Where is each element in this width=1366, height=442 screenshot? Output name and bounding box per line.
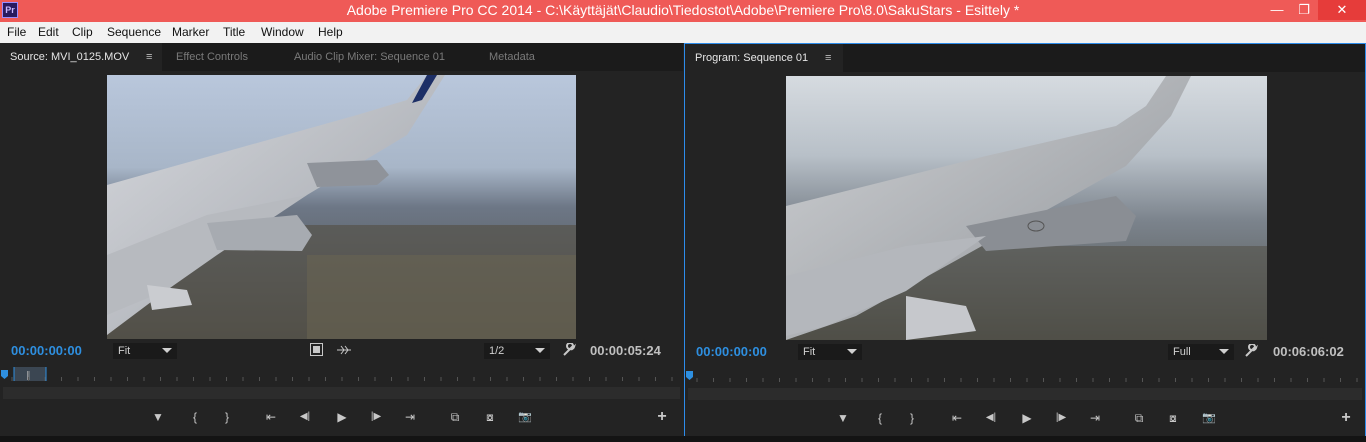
audio-waveform-icon[interactable]: [336, 344, 352, 356]
source-monitor-panel: Source: MVI_0125.MOV ≡ Effect Controls A…: [0, 43, 683, 442]
wrench-icon[interactable]: [1244, 343, 1258, 358]
menu-window[interactable]: Window: [261, 25, 304, 39]
program-playhead[interactable]: [686, 371, 693, 380]
source-time-ruler[interactable]: ‖: [0, 365, 683, 381]
program-playhead-timecode[interactable]: 00:00:00:00: [696, 344, 767, 359]
mark-in-button[interactable]: {: [186, 409, 204, 425]
maximize-button[interactable]: ❐: [1290, 0, 1318, 20]
mark-out-button[interactable]: }: [903, 410, 921, 426]
source-zoom-scrollbar[interactable]: [3, 387, 680, 399]
window-title: Adobe Premiere Pro CC 2014 - C:\Käyttäjä…: [346, 2, 1020, 18]
insert-button[interactable]: ⧉: [446, 409, 464, 425]
tab-audio-clip-mixer[interactable]: Audio Clip Mixer: Sequence 01: [284, 43, 474, 71]
source-playhead-timecode[interactable]: 00:00:00:00: [11, 343, 82, 358]
airplane-wing-image: [107, 75, 576, 339]
source-resolution-dropdown[interactable]: 1/2: [484, 343, 550, 359]
extract-button[interactable]: ⧇: [1164, 410, 1182, 426]
menu-edit[interactable]: Edit: [38, 25, 59, 39]
step-back-button[interactable]: ◀|: [982, 410, 1000, 426]
lift-button[interactable]: ⧉: [1130, 410, 1148, 426]
program-zoom-dropdown[interactable]: Fit: [798, 344, 862, 360]
chevron-down-icon: [162, 348, 172, 353]
mark-out-button[interactable]: }: [218, 409, 236, 425]
menu-marker[interactable]: Marker: [172, 25, 209, 39]
menu-sequence[interactable]: Sequence: [107, 25, 161, 39]
program-zoom-value: Fit: [803, 346, 816, 358]
source-tab-bar: Source: MVI_0125.MOV ≡ Effect Controls A…: [0, 43, 683, 71]
menu-help[interactable]: Help: [318, 25, 343, 39]
menu-bar: File Edit Clip Sequence Marker Title Win…: [0, 22, 1366, 43]
source-playhead[interactable]: [1, 370, 8, 379]
play-button[interactable]: ▶: [333, 409, 351, 425]
source-zoom-dropdown[interactable]: Fit: [113, 343, 177, 359]
source-video-frame[interactable]: [107, 75, 576, 339]
add-marker-button[interactable]: ▼: [834, 410, 852, 426]
source-resolution-value: 1/2: [489, 345, 505, 357]
program-tab-bar: Program: Sequence 01 ≡: [685, 44, 1365, 72]
go-to-in-button[interactable]: ⇤: [948, 410, 966, 426]
airplane-wing-image: [786, 76, 1267, 340]
bottom-status-strip: [0, 436, 1366, 442]
tab-program-label: Program: Sequence 01: [695, 52, 809, 64]
mark-in-button[interactable]: {: [871, 410, 889, 426]
program-time-ruler[interactable]: [685, 366, 1365, 382]
add-marker-button[interactable]: ▼: [149, 409, 167, 425]
tab-source-label: Source: MVI_0125.MOV: [10, 51, 130, 63]
source-add-button[interactable]: +: [653, 409, 671, 425]
program-video-frame[interactable]: [786, 76, 1267, 340]
tab-metadata[interactable]: Metadata: [479, 43, 569, 71]
source-tab-menu-icon[interactable]: ≡: [146, 43, 152, 71]
menu-clip[interactable]: Clip: [72, 25, 93, 39]
program-resolution-value: Full: [1173, 346, 1191, 358]
step-forward-button[interactable]: |▶: [1052, 410, 1070, 426]
film-strip-icon[interactable]: [310, 343, 323, 356]
program-zoom-scrollbar[interactable]: [688, 388, 1362, 400]
export-frame-button[interactable]: 📷: [516, 409, 534, 425]
play-button[interactable]: ▶: [1018, 410, 1036, 426]
menu-title[interactable]: Title: [223, 25, 245, 39]
source-zoom-value: Fit: [118, 345, 131, 357]
close-button[interactable]: ✕: [1318, 0, 1366, 20]
tab-effect-controls[interactable]: Effect Controls: [166, 43, 278, 71]
tab-effect-controls-label: Effect Controls: [176, 51, 248, 63]
program-add-button[interactable]: +: [1337, 410, 1355, 426]
chevron-down-icon: [535, 348, 545, 353]
minimize-button[interactable]: —: [1264, 0, 1290, 20]
tab-source[interactable]: Source: MVI_0125.MOV: [0, 43, 162, 71]
go-to-out-button[interactable]: ⇥: [401, 409, 419, 425]
source-duration-timecode: 00:00:05:24: [590, 343, 661, 358]
program-monitor-panel: Program: Sequence 01 ≡ 00:00:00:00 Fit F…: [684, 43, 1366, 442]
tab-audio-clip-mixer-label: Audio Clip Mixer: Sequence 01: [294, 51, 446, 63]
wrench-icon[interactable]: [562, 342, 576, 357]
program-duration-timecode: 00:06:06:02: [1273, 344, 1344, 359]
program-tab-menu-icon[interactable]: ≡: [825, 44, 831, 72]
tab-metadata-label: Metadata: [489, 51, 535, 63]
step-forward-button[interactable]: |▶: [367, 409, 385, 425]
program-resolution-dropdown[interactable]: Full: [1168, 344, 1234, 360]
go-to-out-button[interactable]: ⇥: [1086, 410, 1104, 426]
step-back-button[interactable]: ◀|: [296, 409, 314, 425]
export-frame-button[interactable]: 📷: [1200, 410, 1218, 426]
overwrite-button[interactable]: ⧇: [481, 409, 499, 425]
title-bar: Pr Adobe Premiere Pro CC 2014 - C:\Käytt…: [0, 0, 1366, 22]
tab-program[interactable]: Program: Sequence 01: [685, 44, 843, 72]
chevron-down-icon: [847, 349, 857, 354]
chevron-down-icon: [1219, 349, 1229, 354]
menu-file[interactable]: File: [7, 25, 26, 39]
go-to-in-button[interactable]: ⇤: [262, 409, 280, 425]
